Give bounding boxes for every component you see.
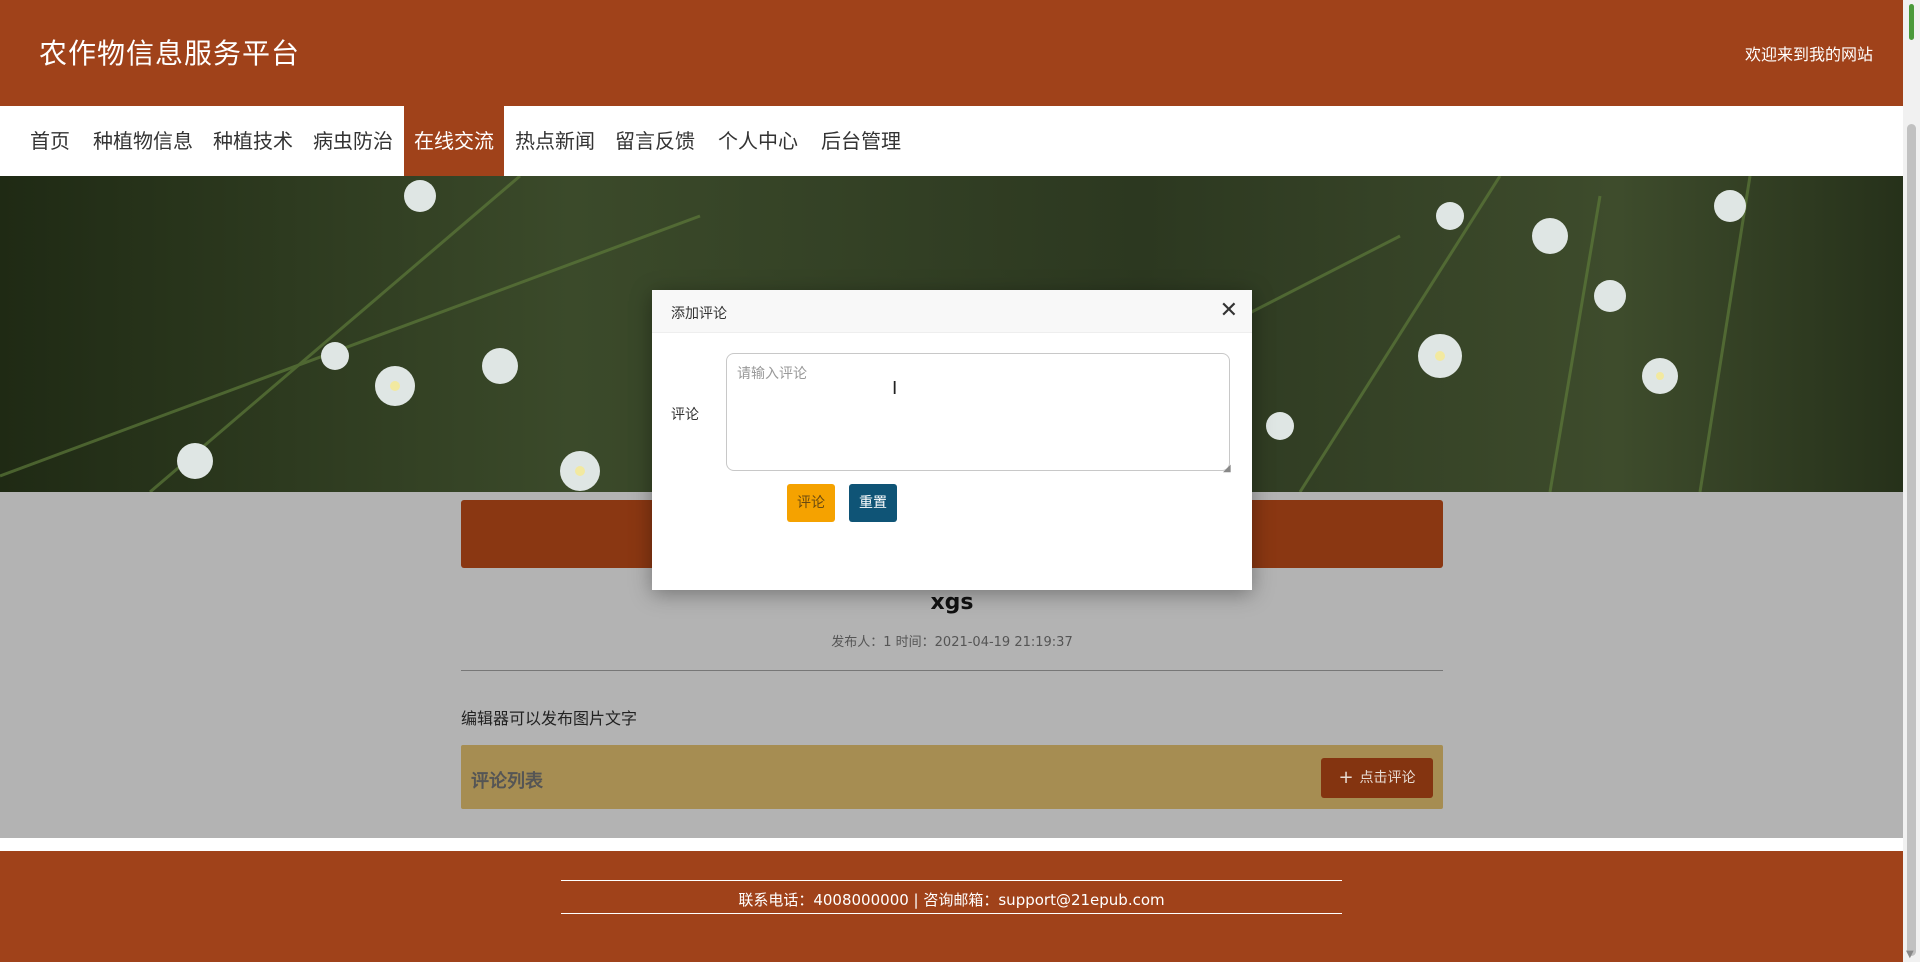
nav-item-planting-tech[interactable]: 种植技术 <box>203 106 303 176</box>
site-footer: 联系电话：4008000000 | 咨询邮箱：support@21epub.co… <box>0 851 1903 962</box>
comment-list-header: 评论列表 + 点击评论 <box>461 745 1443 809</box>
add-comment-button[interactable]: + 点击评论 <box>1321 758 1433 798</box>
nav-item-home[interactable]: 首页 <box>20 106 80 176</box>
reset-button[interactable]: 重置 <box>849 484 897 522</box>
nav-item-admin[interactable]: 后台管理 <box>811 106 911 176</box>
nav-item-pest-control[interactable]: 病虫防治 <box>303 106 403 176</box>
welcome-text: 欢迎来到我的网站 <box>1744 45 1873 64</box>
footer-line-top <box>561 880 1342 881</box>
comment-list-title: 评论列表 <box>471 771 543 792</box>
site-header: 农作物信息服务平台 欢迎来到我的网站 <box>0 0 1903 106</box>
article-body: 编辑器可以发布图片文字 <box>461 709 638 728</box>
footer-line-bottom <box>561 913 1342 914</box>
article-meta: 发布人：1 时间：2021-04-19 21:19:37 <box>831 635 1073 650</box>
submit-comment-button[interactable]: 评论 <box>787 484 835 522</box>
footer-strip <box>0 838 1903 851</box>
plus-icon: + <box>1338 767 1354 788</box>
nav-item-personal-center[interactable]: 个人中心 <box>708 106 808 176</box>
nav-item-online-exchange[interactable]: 在线交流 <box>404 106 504 176</box>
page-scrollbar[interactable]: ▼ <box>1903 0 1920 962</box>
scroll-thumb[interactable] <box>1907 124 1916 956</box>
text-cursor-icon: I <box>892 378 898 399</box>
footer-contact: 联系电话：4008000000 | 咨询邮箱：support@21epub.co… <box>738 891 1165 909</box>
comment-textarea[interactable] <box>726 353 1230 471</box>
nav-item-plant-info[interactable]: 种植物信息 <box>83 106 203 176</box>
dialog-header: 添加评论 ✕ <box>652 290 1252 333</box>
nav-item-feedback[interactable]: 留言反馈 <box>605 106 705 176</box>
scroll-down-icon[interactable]: ▼ <box>1906 949 1914 960</box>
site-title: 农作物信息服务平台 <box>39 37 301 70</box>
article-title: xgs <box>930 590 974 615</box>
nav-item-hot-news[interactable]: 热点新闻 <box>505 106 605 176</box>
add-comment-dialog: 添加评论 ✕ 评论 ◢ I 评论 重置 <box>652 290 1252 590</box>
main-nav: 首页 种植物信息 种植技术 病虫防治 在线交流 热点新闻 留言反馈 个人中心 后… <box>0 106 1903 176</box>
scroll-indicator <box>1909 4 1914 40</box>
close-icon[interactable]: ✕ <box>1220 298 1238 323</box>
divider <box>461 670 1443 671</box>
add-comment-label: 点击评论 <box>1359 770 1416 786</box>
resize-grip-icon[interactable]: ◢ <box>1223 463 1231 474</box>
comment-field-label: 评论 <box>671 407 699 423</box>
dialog-title: 添加评论 <box>671 306 727 322</box>
